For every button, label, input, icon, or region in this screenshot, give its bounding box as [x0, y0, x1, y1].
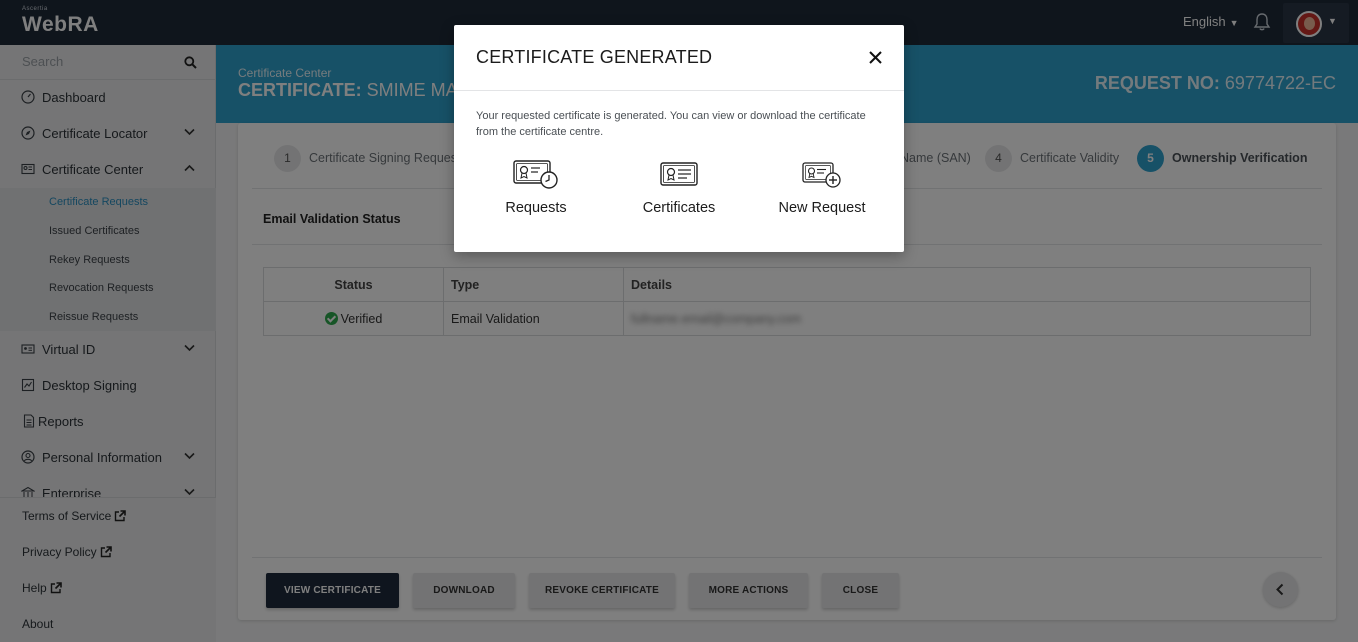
certificate-icon	[660, 162, 698, 186]
new-request-label: New Request	[778, 200, 866, 216]
dialog-message: Your requested certificate is generated.…	[476, 110, 866, 138]
new-request-option[interactable]: New Request	[762, 160, 882, 220]
dialog-title: CERTIFICATE GENERATED	[476, 47, 713, 67]
dialog-header: CERTIFICATE GENERATED	[454, 25, 904, 91]
certificates-option[interactable]: Certificates	[619, 160, 739, 220]
certificate-clock-icon	[513, 160, 558, 189]
certificate-generated-dialog: CERTIFICATE GENERATED Your requested cer…	[454, 25, 904, 252]
requests-label: Requests	[505, 200, 567, 216]
certificate-plus-icon	[802, 162, 841, 188]
certificates-label: Certificates	[642, 200, 716, 216]
requests-option[interactable]: Requests	[476, 160, 596, 220]
close-icon[interactable]	[868, 50, 883, 65]
